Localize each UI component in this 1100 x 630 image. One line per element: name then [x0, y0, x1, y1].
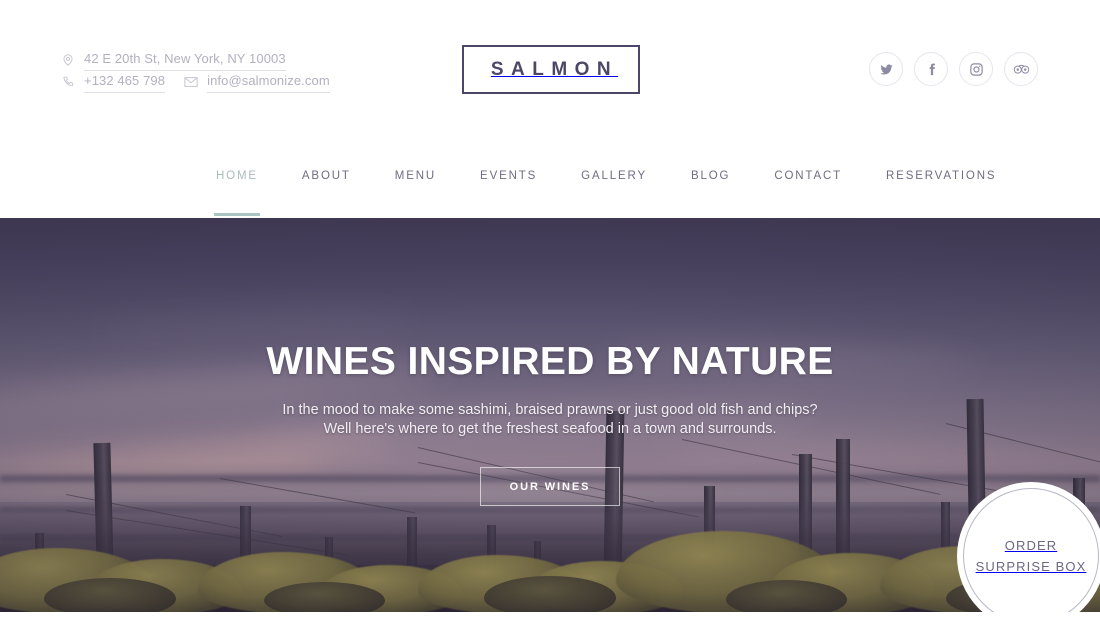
nav-item-menu[interactable]: MENU: [395, 170, 436, 216]
page-bottom-strip: [0, 612, 1100, 630]
address-link[interactable]: 42 E 20th St, New York, NY 10003: [84, 48, 286, 71]
page-root: 42 E 20th St, New York, NY 10003 +132 46…: [0, 0, 1100, 630]
tripadvisor-icon[interactable]: [1004, 52, 1038, 86]
instagram-icon[interactable]: [959, 52, 993, 86]
nav-item-home[interactable]: HOME: [214, 170, 260, 216]
nav-item-blog[interactable]: BLOG: [691, 170, 730, 216]
contact-info: 42 E 20th St, New York, NY 10003 +132 46…: [60, 48, 330, 93]
location-pin-icon: [60, 52, 75, 67]
nav-item-reservations[interactable]: RESERVATIONS: [886, 170, 996, 216]
nav-items: HOME ABOUT MENU EVENTS GALLERY BLOG CONT…: [214, 170, 996, 216]
hero-title: WINES INSPIRED BY NATURE: [266, 340, 834, 383]
badge-line-1: ORDER: [1004, 538, 1058, 553]
nav-item-contact[interactable]: CONTACT: [774, 170, 842, 216]
address-row: 42 E 20th St, New York, NY 10003: [60, 48, 330, 71]
phone-link[interactable]: +132 465 798: [84, 70, 166, 93]
our-wines-button[interactable]: OUR WINES: [479, 466, 621, 506]
twitter-icon[interactable]: [869, 52, 903, 86]
main-navigation: HOME ABOUT MENU EVENTS GALLERY BLOG CONT…: [0, 140, 1100, 218]
phone-email-row: +132 465 798 info@salmonize.com: [60, 70, 330, 93]
hero-content: WINES INSPIRED BY NATURE In the mood to …: [0, 218, 1100, 506]
hero-subtitle-line-1: In the mood to make some sashimi, braise…: [282, 401, 818, 418]
nav-item-gallery[interactable]: GALLERY: [581, 170, 647, 216]
social-links: [869, 52, 1038, 86]
top-bar: 42 E 20th St, New York, NY 10003 +132 46…: [0, 0, 1100, 140]
hero-section: WINES INSPIRED BY NATURE In the mood to …: [0, 218, 1100, 612]
badge-line-2: SURPRISE BOX: [975, 559, 1087, 574]
nav-item-about[interactable]: ABOUT: [302, 170, 351, 216]
phone-icon: [60, 74, 75, 89]
hero-subtitle-line-2: Well here's where to get the freshest se…: [323, 421, 777, 438]
site-logo[interactable]: SALMON: [462, 45, 640, 94]
facebook-icon[interactable]: [914, 52, 948, 86]
envelope-icon: [183, 74, 198, 89]
logo-text: SALMON: [490, 58, 619, 80]
nav-item-events[interactable]: EVENTS: [480, 170, 537, 216]
badge-label: ORDER SURPRISE BOX: [972, 535, 1090, 577]
email-link[interactable]: info@salmonize.com: [207, 70, 330, 93]
hero-subtitle: In the mood to make some sashimi, braise…: [0, 401, 1100, 440]
